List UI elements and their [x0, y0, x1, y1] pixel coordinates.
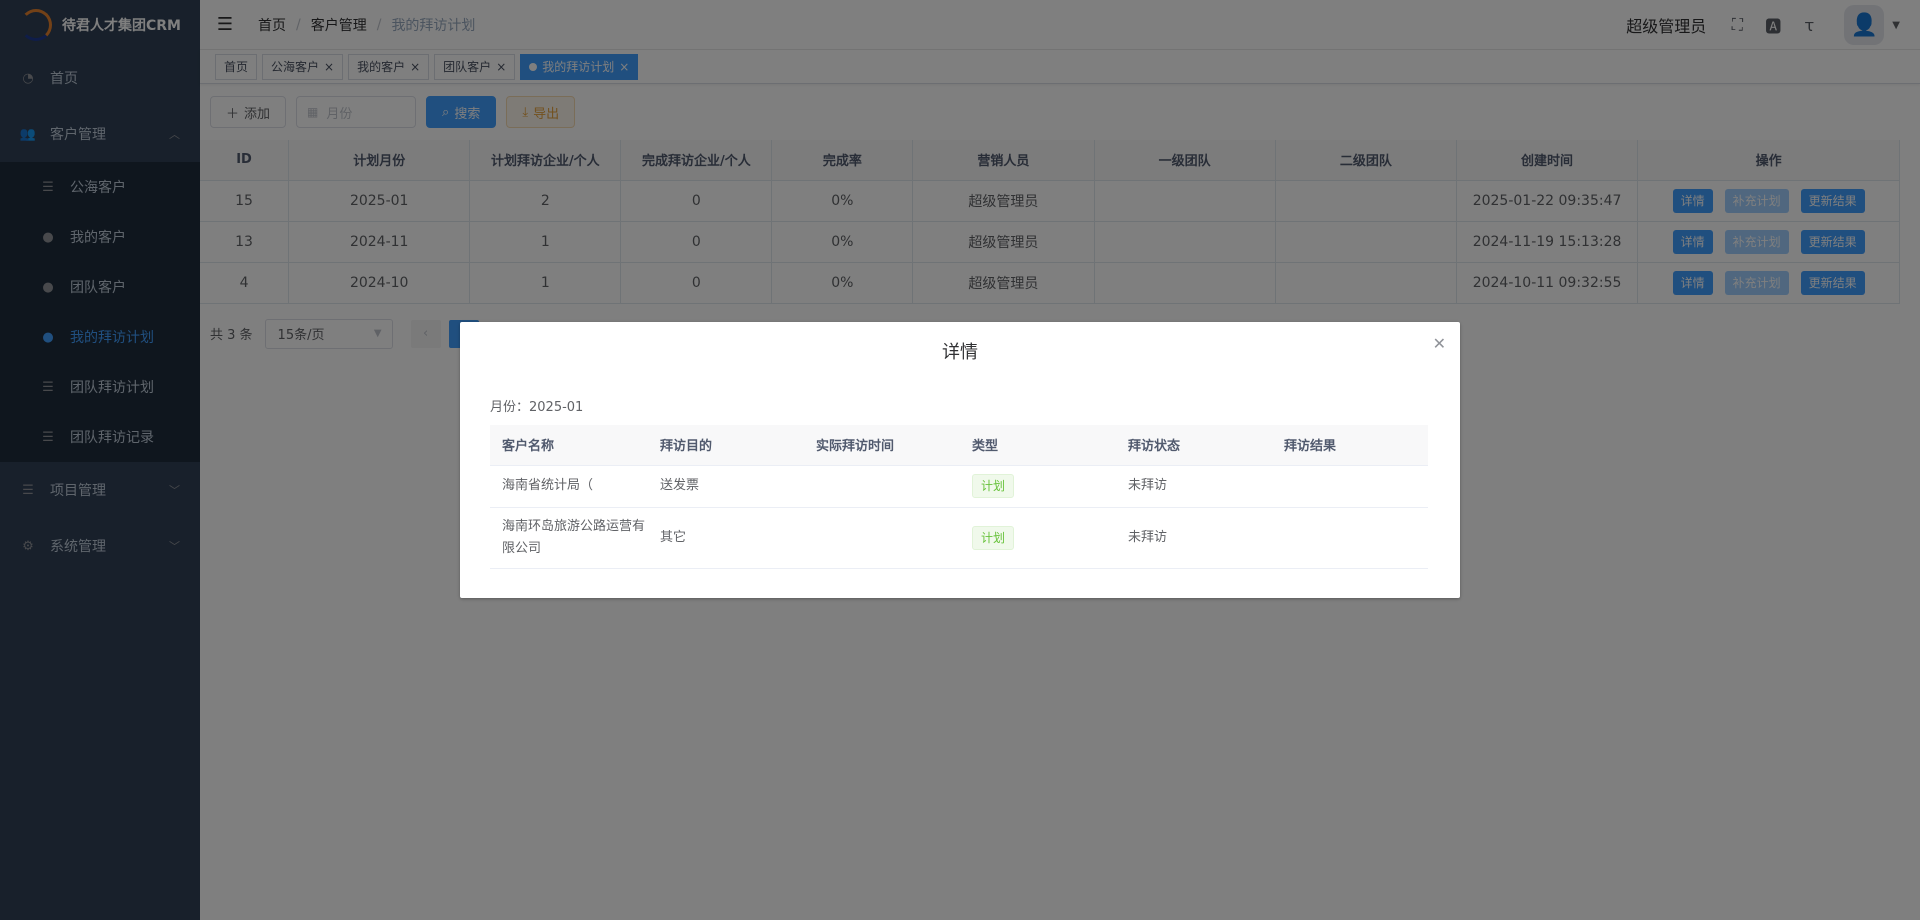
dialog-title: 详情	[942, 342, 978, 363]
cell-purpose: 其它	[648, 507, 804, 569]
column-header: 类型	[960, 425, 1116, 466]
cell-result	[1272, 507, 1428, 569]
cell-purpose: 送发票	[648, 465, 804, 508]
type-tag: 计划	[972, 474, 1015, 498]
cell-status: 未拜访	[1116, 507, 1272, 569]
dialog-month: 月份：2025-01	[490, 400, 584, 415]
column-header: 客户名称	[490, 425, 648, 466]
detail-dialog: 详情 ✕ 月份：2025-01 客户名称 拜访目的 实际拜访时间 类型 拜访状态…	[460, 322, 1460, 598]
dialog-body: 月份：2025-01 客户名称 拜访目的 实际拜访时间 类型 拜访状态 拜访结果…	[460, 376, 1460, 569]
table-row: 海南省统计局（ 送发票 计划 未拜访	[490, 465, 1428, 508]
cell-type: 计划	[960, 507, 1116, 569]
column-header: 实际拜访时间	[804, 425, 960, 466]
table-header-row: 客户名称 拜访目的 实际拜访时间 类型 拜访状态 拜访结果	[490, 425, 1428, 466]
column-header: 拜访结果	[1272, 425, 1428, 466]
cell-actual-time	[804, 507, 960, 569]
table-row: 海南环岛旅游公路运营有限公司 其它 计划 未拜访	[490, 507, 1428, 569]
column-header: 拜访目的	[648, 425, 804, 466]
cell-status: 未拜访	[1116, 465, 1272, 508]
cell-actual-time	[804, 465, 960, 508]
type-tag: 计划	[972, 525, 1015, 550]
cell-type: 计划	[960, 465, 1116, 508]
close-icon[interactable]: ✕	[1433, 334, 1446, 353]
column-header: 拜访状态	[1116, 425, 1272, 466]
cell-customer: 海南环岛旅游公路运营有限公司	[490, 507, 648, 569]
cell-result	[1272, 465, 1428, 508]
cell-customer: 海南省统计局（	[490, 465, 648, 508]
visit-detail-table: 客户名称 拜访目的 实际拜访时间 类型 拜访状态 拜访结果 海南省统计局（ 送发…	[490, 425, 1428, 569]
